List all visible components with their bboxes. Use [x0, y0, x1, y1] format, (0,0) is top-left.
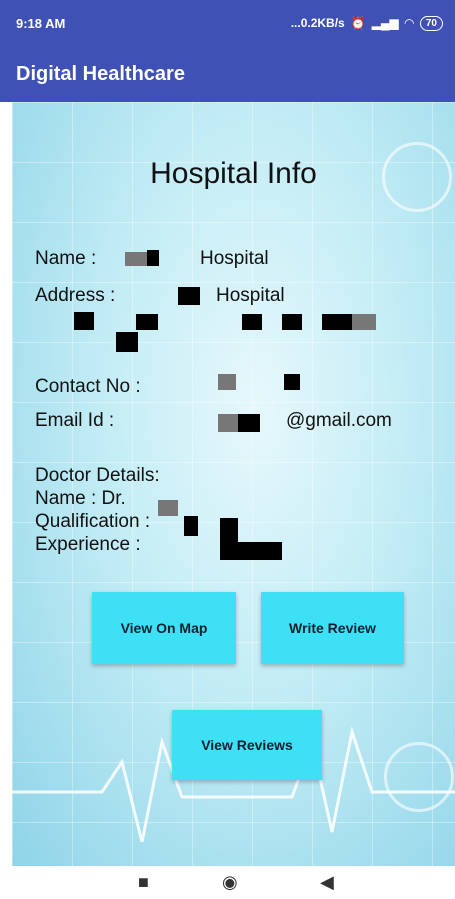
- recent-apps-icon[interactable]: ■: [138, 872, 149, 893]
- email-value: @gmail.com: [286, 410, 392, 431]
- email-label: Email Id :: [35, 410, 115, 431]
- redacted-block: [242, 314, 262, 330]
- redacted-block: [322, 314, 352, 330]
- address-value: Hospital: [216, 285, 285, 306]
- experience-label: Experience :: [35, 534, 141, 555]
- address-label: Address :: [35, 285, 116, 306]
- view-reviews-button[interactable]: View Reviews: [172, 710, 322, 780]
- network-speed: ...0.2KB/s: [290, 16, 345, 30]
- status-time: 9:18 AM: [16, 15, 66, 31]
- redacted-block: [158, 500, 178, 516]
- doctor-name-label: Name : Dr.: [35, 488, 126, 509]
- redacted-block: [220, 542, 282, 560]
- redacted-block: [238, 414, 260, 432]
- page-title: Hospital Info: [150, 157, 317, 190]
- redacted-block: [284, 374, 300, 390]
- redacted-block: [136, 314, 158, 330]
- view-on-map-button[interactable]: View On Map: [92, 592, 236, 664]
- status-bar: 9:18 AM ...0.2KB/s ⏰ ▂▄▆ ◠ 70: [0, 0, 455, 46]
- redacted-block: [74, 312, 94, 330]
- redacted-block: [282, 314, 302, 330]
- write-review-button[interactable]: Write Review: [261, 592, 404, 664]
- redacted-block: [184, 516, 198, 536]
- battery-icon: 70: [419, 15, 443, 31]
- app-bar: Digital Healthcare: [0, 46, 455, 102]
- redacted-block: [218, 414, 238, 432]
- signal-icon: ▂▄▆: [371, 16, 399, 30]
- home-icon[interactable]: ◉: [222, 872, 238, 893]
- redacted-block: [125, 252, 147, 266]
- alarm-icon: ⏰: [350, 16, 366, 30]
- name-value: Hospital: [200, 248, 269, 269]
- status-icons: ...0.2KB/s ⏰ ▂▄▆ ◠ 70: [290, 15, 443, 31]
- hospital-info-screen: Hospital Info Name : Hospital Address : …: [12, 102, 455, 866]
- wifi-icon: ◠: [404, 16, 414, 30]
- app-title: Digital Healthcare: [16, 62, 185, 85]
- doctor-details-label: Doctor Details:: [35, 465, 160, 486]
- back-icon[interactable]: ◀: [320, 872, 334, 893]
- name-label: Name :: [35, 248, 97, 269]
- redacted-block: [147, 250, 159, 266]
- system-nav-bar: ■ ◉ ◀: [0, 866, 455, 899]
- redacted-block: [352, 314, 376, 330]
- redacted-block: [116, 332, 138, 352]
- qualification-label: Qualification :: [35, 511, 151, 532]
- contact-label: Contact No :: [35, 376, 141, 397]
- redacted-block: [178, 287, 200, 305]
- redacted-block: [218, 374, 236, 390]
